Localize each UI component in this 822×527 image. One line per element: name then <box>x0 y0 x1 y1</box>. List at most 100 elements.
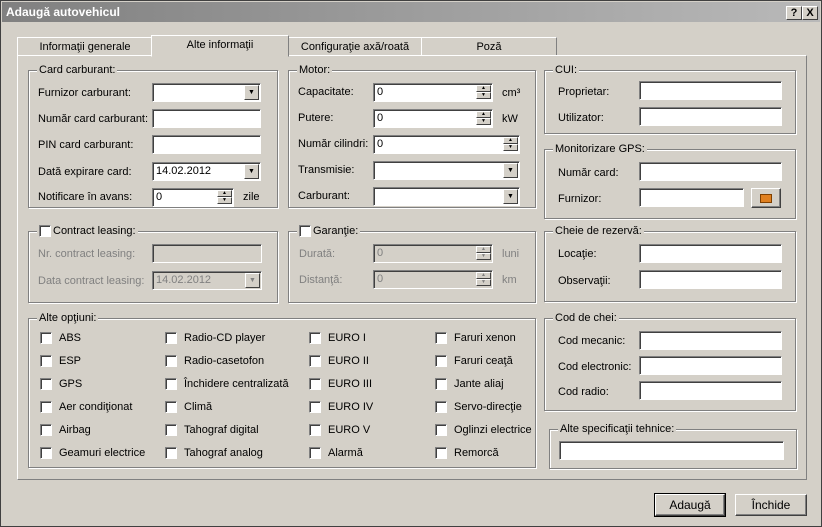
capacity-stepper[interactable]: 0 ▲ ▼ <box>373 83 493 102</box>
option-checkbox[interactable] <box>435 447 447 459</box>
spin-arrows-icon[interactable]: ▲ ▼ <box>476 272 491 287</box>
spin-arrows-icon[interactable]: ▲ ▼ <box>503 137 518 152</box>
capacity-label: Capacitate: <box>298 86 354 98</box>
fuel-card-number-input[interactable] <box>152 109 261 128</box>
option-label[interactable]: Închidere centralizată <box>184 377 289 391</box>
notes-input[interactable] <box>639 270 782 289</box>
option-checkbox[interactable] <box>309 401 321 413</box>
radio-code-input[interactable] <box>639 381 782 400</box>
chevron-down-icon[interactable]: ▼ <box>245 273 260 288</box>
option-checkbox[interactable] <box>40 355 52 367</box>
option-checkbox[interactable] <box>435 424 447 436</box>
fuel-card-pin-label: PIN card carburant: <box>38 139 134 151</box>
option-label[interactable]: EURO I <box>328 331 366 345</box>
option-label[interactable]: GPS <box>59 377 82 391</box>
option-checkbox[interactable] <box>40 332 52 344</box>
option-label[interactable]: EURO II <box>328 354 369 368</box>
option-checkbox[interactable] <box>40 424 52 436</box>
card-expiry-date-picker[interactable]: 14.02.2012 ▼ <box>152 162 261 181</box>
option-label[interactable]: Jante aliaj <box>454 377 504 391</box>
tab-axle-config[interactable]: Configuraţie axă/roată <box>288 37 422 56</box>
option-label[interactable]: Aer condiţionat <box>59 400 132 414</box>
spin-arrows-icon[interactable]: ▲ ▼ <box>476 246 491 261</box>
option-label[interactable]: Airbag <box>59 423 91 437</box>
option-checkbox[interactable] <box>435 378 447 390</box>
option-checkbox[interactable] <box>435 332 447 344</box>
chevron-down-icon[interactable]: ▼ <box>503 163 518 178</box>
option-label[interactable]: ABS <box>59 331 81 345</box>
option-checkbox[interactable] <box>309 332 321 344</box>
days-unit-label: zile <box>243 191 260 203</box>
add-button[interactable]: Adaugă <box>654 493 726 517</box>
window-title: Adaugă autovehicul <box>6 5 121 19</box>
option-checkbox[interactable] <box>165 378 177 390</box>
option-label[interactable]: Servo-direcţie <box>454 400 522 414</box>
option-label[interactable]: Geamuri electrice <box>59 446 145 460</box>
fuel-type-select[interactable]: ▼ <box>373 187 520 206</box>
option-label[interactable]: Climă <box>184 400 212 414</box>
electronic-code-input[interactable] <box>639 356 782 375</box>
spin-arrows-icon[interactable]: ▲ ▼ <box>476 85 491 100</box>
leasing-number-input[interactable] <box>152 244 262 263</box>
chevron-down-icon[interactable]: ▼ <box>503 189 518 204</box>
option-checkbox[interactable] <box>309 424 321 436</box>
fuel-supplier-select[interactable]: ▼ <box>152 83 261 102</box>
location-input[interactable] <box>639 244 782 263</box>
warranty-duration-stepper[interactable]: 0 ▲ ▼ <box>373 244 493 263</box>
options-group-title: Alte opţiuni: <box>37 312 99 324</box>
option-label[interactable]: Oglinzi electrice <box>454 423 532 437</box>
option-checkbox[interactable] <box>40 378 52 390</box>
option-checkbox[interactable] <box>309 447 321 459</box>
option-checkbox[interactable] <box>165 401 177 413</box>
option-label[interactable]: Faruri xenon <box>454 331 516 345</box>
km-unit-label: km <box>502 274 517 286</box>
option-checkbox[interactable] <box>40 401 52 413</box>
leasing-date-picker[interactable]: 14.02.2012 ▼ <box>152 271 262 290</box>
option-label[interactable]: Tahograf analog <box>184 446 263 460</box>
option-label[interactable]: EURO V <box>328 423 370 437</box>
tab-other-info[interactable]: Alte informaţii <box>151 35 289 57</box>
close-window-button[interactable]: X <box>802 6 818 20</box>
option-checkbox[interactable] <box>165 447 177 459</box>
chevron-down-icon[interactable]: ▼ <box>244 85 259 100</box>
power-stepper[interactable]: 0 ▲ ▼ <box>373 109 493 128</box>
option-label[interactable]: Tahograf digital <box>184 423 259 437</box>
cylinders-stepper[interactable]: 0 ▲ ▼ <box>373 135 520 154</box>
user-input[interactable] <box>639 107 782 126</box>
leasing-checkbox[interactable] <box>39 225 51 237</box>
option-checkbox[interactable] <box>309 355 321 367</box>
option-label[interactable]: Alarmă <box>328 446 363 460</box>
option-label[interactable]: Radio-casetofon <box>184 354 264 368</box>
option-checkbox[interactable] <box>435 355 447 367</box>
option-label[interactable]: EURO III <box>328 377 372 391</box>
warranty-checkbox[interactable] <box>299 225 311 237</box>
mechanical-code-input[interactable] <box>639 331 782 350</box>
option-label[interactable]: EURO IV <box>328 400 373 414</box>
tab-general-info[interactable]: Informaţii generale <box>17 37 153 56</box>
option-checkbox[interactable] <box>435 401 447 413</box>
owner-input[interactable] <box>639 81 782 100</box>
option-label[interactable]: Remorcă <box>454 446 499 460</box>
option-label[interactable]: Faruri ceaţă <box>454 354 513 368</box>
advance-notice-stepper[interactable]: 0 ▲ ▼ <box>152 188 234 207</box>
chevron-down-icon[interactable]: ▼ <box>244 164 259 179</box>
spin-arrows-icon[interactable]: ▲ ▼ <box>476 111 491 126</box>
fuel-card-pin-input[interactable] <box>152 135 261 154</box>
close-button[interactable]: Închide <box>735 494 807 516</box>
gps-supplier-input[interactable] <box>639 188 744 207</box>
help-button[interactable]: ? <box>786 6 802 20</box>
option-checkbox[interactable] <box>165 332 177 344</box>
option-label[interactable]: ESP <box>59 354 81 368</box>
spin-arrows-icon[interactable]: ▲ ▼ <box>217 190 232 205</box>
tech-specs-input[interactable] <box>559 441 784 460</box>
option-label[interactable]: Radio-CD player <box>184 331 265 345</box>
option-checkbox[interactable] <box>309 378 321 390</box>
option-checkbox[interactable] <box>40 447 52 459</box>
option-checkbox[interactable] <box>165 355 177 367</box>
tab-photo[interactable]: Poză <box>421 37 557 56</box>
gps-supplier-browse-button[interactable] <box>751 188 781 208</box>
transmission-select[interactable]: ▼ <box>373 161 520 180</box>
option-checkbox[interactable] <box>165 424 177 436</box>
gps-card-input[interactable] <box>639 162 782 181</box>
warranty-distance-stepper[interactable]: 0 ▲ ▼ <box>373 270 493 289</box>
